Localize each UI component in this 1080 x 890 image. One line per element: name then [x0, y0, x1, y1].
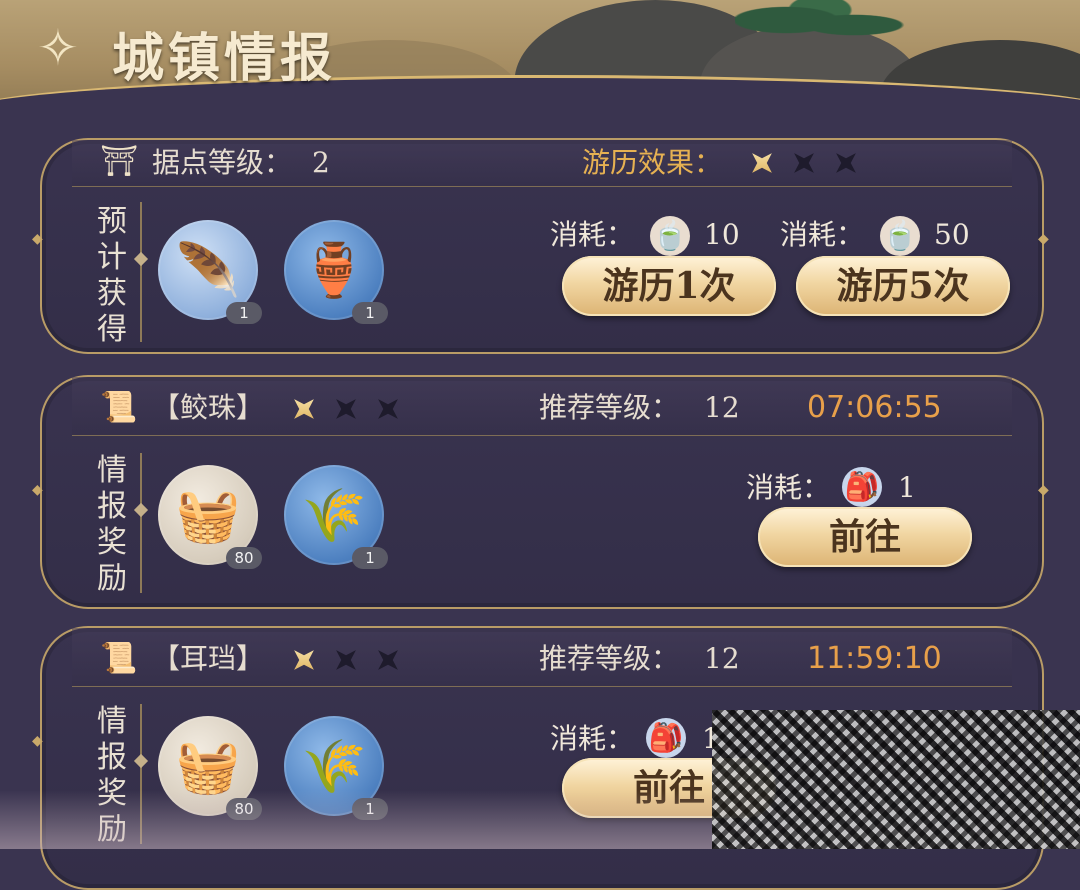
- item-quantity: 1: [352, 547, 388, 569]
- reed-icon: 🌾: [301, 485, 367, 546]
- recommended-level-label: 推荐等级：: [539, 642, 680, 675]
- cost-label: 消耗：: [746, 471, 831, 504]
- divider-ornament: [133, 753, 149, 769]
- item-quantity: 1: [226, 302, 262, 324]
- cost-label: 消耗：: [780, 218, 865, 251]
- cost-value: 1: [898, 471, 916, 504]
- fortress-icon: ⛩: [100, 144, 139, 179]
- vase-icon: 🏺: [301, 240, 367, 301]
- label-char: 励: [97, 561, 127, 596]
- page-title: 城镇情报: [112, 28, 337, 89]
- label-char: 报: [97, 489, 127, 524]
- scroll-bundle-icon: 🎒: [842, 467, 882, 507]
- header-banner: ✧ 城镇情报: [0, 0, 1080, 120]
- stronghold-level-label: 据点等级：: [152, 146, 293, 179]
- go-button[interactable]: 前往: [758, 507, 972, 567]
- cost-value: 10: [704, 218, 740, 251]
- intel-name: 【鲛珠】: [152, 391, 265, 424]
- scroll-bundle-icon: 🎒: [646, 718, 686, 758]
- reed-icon: 🌾: [301, 736, 367, 797]
- label-char: 预: [97, 204, 127, 239]
- grain-basket-icon: 🧺: [175, 736, 241, 797]
- crane-icon: ✧: [37, 19, 79, 77]
- label-char: 奖: [97, 525, 127, 560]
- label-char: 得: [97, 312, 127, 347]
- item-quantity: 1: [352, 302, 388, 324]
- cost-label: 消耗：: [550, 218, 635, 251]
- travel-five-times-button[interactable]: 游历5次: [796, 256, 1010, 316]
- pixelated-overlay: [712, 710, 1080, 849]
- label-char: 情: [97, 453, 127, 488]
- label-char: 报: [97, 740, 127, 775]
- side-ornament-icon: ◆: [32, 231, 43, 247]
- intel-name: 【耳珰】: [152, 642, 265, 675]
- stronghold-panel: ◆ ◆ ⛩ 据点等级： 2 游历效果： 预 计 获 得 🪶 1 🏺 1 消耗： …: [32, 138, 1049, 354]
- intel-panel: ◆ ◆ 📜 【鲛珠】 推荐等级： 12 07:06:55 情 报 奖 励 🧺 8…: [32, 375, 1049, 609]
- pine-tree-decoration: [735, 0, 905, 50]
- recommended-level-value: 12: [704, 391, 740, 424]
- cost-label: 消耗：: [550, 722, 635, 755]
- divider: [140, 453, 142, 593]
- reward-item-reed[interactable]: 🌾 1: [284, 465, 388, 569]
- cost-value: 50: [934, 218, 970, 251]
- recommended-level-label: 推荐等级：: [539, 391, 680, 424]
- recommended-level-value: 12: [704, 642, 740, 675]
- label-char: 情: [97, 704, 127, 739]
- side-ornament-icon: ◆: [1038, 482, 1049, 498]
- divider-ornament: [133, 251, 149, 267]
- feather-icon: 🪶: [175, 240, 241, 301]
- reward-item-grain[interactable]: 🧺 80: [158, 465, 262, 569]
- scroll-quill-icon: 📜: [100, 390, 138, 425]
- label-char: 计: [97, 240, 127, 275]
- reward-item-vase[interactable]: 🏺 1: [284, 220, 388, 324]
- item-quantity: 80: [226, 547, 262, 569]
- travel-effect-label: 游历效果：: [582, 146, 723, 179]
- divider: [140, 202, 142, 342]
- bowl-icon: 🍵: [880, 216, 920, 256]
- divider-ornament: [133, 502, 149, 518]
- intel-reward-label: 情 报 奖 励: [92, 453, 132, 597]
- label-char: 获: [97, 276, 127, 311]
- grain-basket-icon: 🧺: [175, 485, 241, 546]
- side-ornament-icon: ◆: [32, 733, 43, 749]
- side-ornament-icon: ◆: [1038, 231, 1049, 247]
- reward-item-feather[interactable]: 🪶 1: [158, 220, 262, 324]
- travel-once-button[interactable]: 游历1次: [562, 256, 776, 316]
- side-ornament-icon: ◆: [32, 482, 43, 498]
- expected-gain-label: 预 计 获 得: [92, 204, 132, 348]
- countdown-timer: 11:59:10: [807, 641, 942, 676]
- bowl-icon: 🍵: [650, 216, 690, 256]
- countdown-timer: 07:06:55: [807, 390, 942, 425]
- stronghold-level-value: 2: [312, 146, 330, 179]
- scroll-quill-icon: 📜: [100, 641, 138, 676]
